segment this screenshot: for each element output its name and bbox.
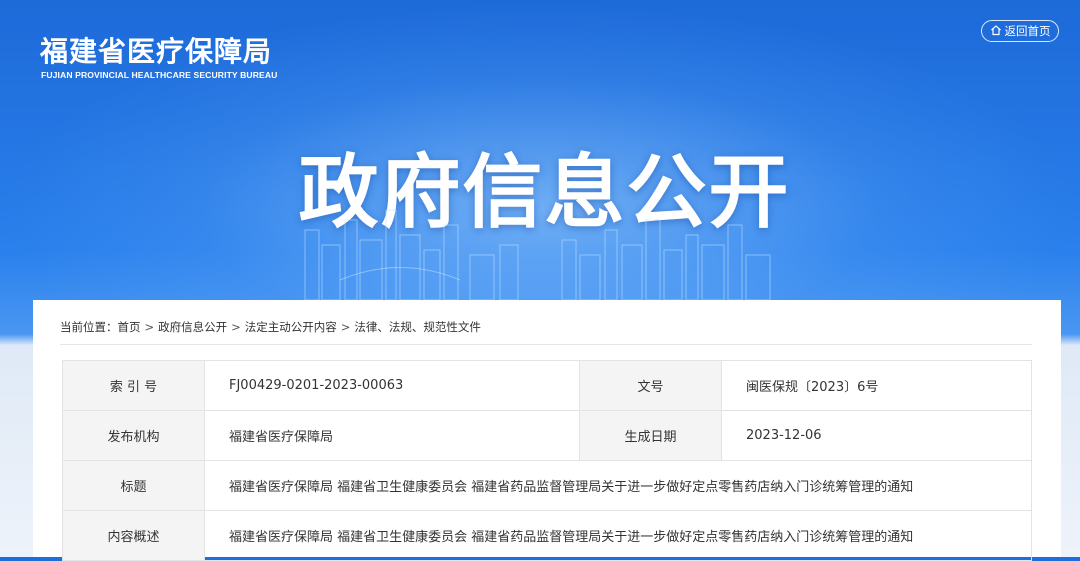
home-icon <box>990 24 1002 39</box>
summary-label: 内容概述 <box>62 510 205 561</box>
breadcrumb-separator: > <box>144 320 155 334</box>
city-skyline-decoration <box>304 209 771 300</box>
index-number-value: FJ00429-0201-2023-00063 <box>204 360 580 411</box>
creation-date-value: 2023-12-06 <box>721 410 1032 461</box>
breadcrumb-item-mandatory-content[interactable]: 法定主动公开内容 <box>245 320 337 334</box>
publisher-value: 福建省医疗保障局 <box>204 410 580 461</box>
summary-value: 福建省医疗保障局 福建省卫生健康委员会 福建省药品监督管理局关于进一步做好定点零… <box>204 510 1032 561</box>
breadcrumb: 当前位置：首页 > 政府信息公开 > 法定主动公开内容 > 法律、法规、规范性文件 <box>60 319 481 335</box>
breadcrumb-item-laws[interactable]: 法律、法规、规范性文件 <box>354 320 481 334</box>
breadcrumb-separator: > <box>340 320 351 334</box>
breadcrumb-item-gov-info[interactable]: 政府信息公开 <box>158 320 227 334</box>
table-row: 发布机构 福建省医疗保障局 生成日期 2023-12-06 <box>62 410 1032 461</box>
site-logo-title[interactable]: 福建省医疗保障局 <box>40 30 272 70</box>
index-number-label: 索 引 号 <box>62 360 205 411</box>
table-row: 标题 福建省医疗保障局 福建省卫生健康委员会 福建省药品监督管理局关于进一步做好… <box>62 460 1032 511</box>
breadcrumb-separator: > <box>231 320 241 334</box>
site-logo-subtitle: FUJIAN PROVINCIAL HEALTHCARE SECURITY BU… <box>41 70 278 80</box>
table-row: 索 引 号 FJ00429-0201-2023-00063 文号 闽医保规〔20… <box>62 360 1032 411</box>
document-number-label: 文号 <box>579 360 722 411</box>
publisher-label: 发布机构 <box>62 410 205 461</box>
breadcrumb-divider <box>60 344 1032 345</box>
return-home-button[interactable]: 返回首页 <box>981 20 1059 42</box>
document-number-value: 闽医保规〔2023〕6号 <box>721 360 1032 411</box>
document-meta-table: 索 引 号 FJ00429-0201-2023-00063 文号 闽医保规〔20… <box>62 360 1032 561</box>
return-home-label: 返回首页 <box>1004 24 1051 38</box>
breadcrumb-item-home[interactable]: 首页 <box>118 320 141 334</box>
table-row: 内容概述 福建省医疗保障局 福建省卫生健康委员会 福建省药品监督管理局关于进一步… <box>62 510 1032 561</box>
creation-date-label: 生成日期 <box>579 410 722 461</box>
title-label: 标题 <box>62 460 205 511</box>
title-value: 福建省医疗保障局 福建省卫生健康委员会 福建省药品监督管理局关于进一步做好定点零… <box>204 460 1032 511</box>
breadcrumb-prefix: 当前位置： <box>60 320 118 334</box>
